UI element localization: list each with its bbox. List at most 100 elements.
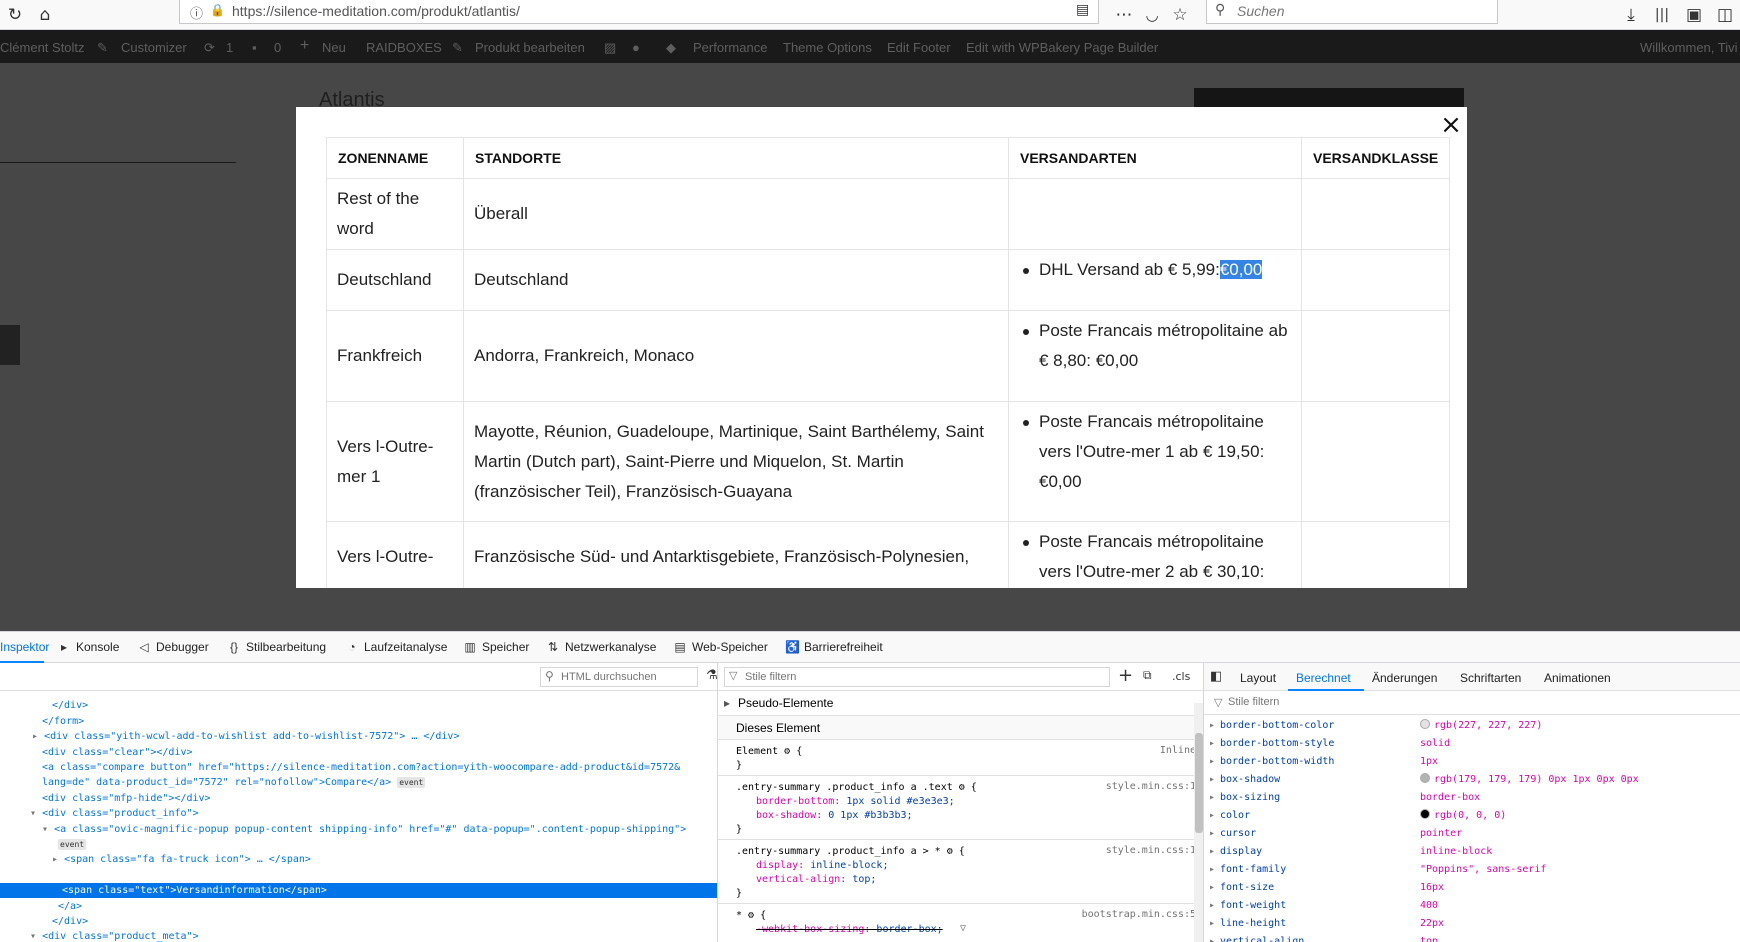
- pocket-icon[interactable]: ◡: [1141, 4, 1163, 26]
- pseudo-class-icon[interactable]: ⧉: [1143, 668, 1152, 683]
- close-icon[interactable]: ×: [1439, 112, 1463, 138]
- library-icon[interactable]: |||: [1651, 4, 1673, 26]
- css-declaration[interactable]: display: inline-block;: [756, 859, 888, 873]
- markup-line[interactable]: ▸ <div class="yith-wcwl-add-to-wishlist …: [0, 729, 717, 744]
- expand-triangle-icon[interactable]: ▸: [1209, 897, 1215, 915]
- admin-updates-count[interactable]: 1: [226, 40, 233, 55]
- computed-row[interactable]: ▸ box-sizing border-box: [1204, 789, 1740, 807]
- tab-memory[interactable]: ▥ Speicher: [463, 640, 529, 654]
- admin-performance-item[interactable]: Performance: [693, 40, 767, 55]
- tab-accessibility[interactable]: ♿ Barrierefreiheit: [785, 640, 883, 654]
- toggle-pane-icon[interactable]: ◧: [1210, 669, 1222, 684]
- admin-customizer-item[interactable]: Customizer: [121, 40, 187, 55]
- url-bar[interactable]: ⓘ 🔒 https://silence-meditation.com/produ…: [179, 0, 1099, 24]
- reload-icon[interactable]: ↻: [4, 4, 26, 26]
- element-rule[interactable]: Element ⚙ {: [736, 745, 802, 759]
- tab-storage[interactable]: ▤ Web-Speicher: [673, 640, 768, 654]
- collapse-triangle-icon[interactable]: ▾: [30, 808, 36, 819]
- markup-line[interactable]: lang=de" data-product_id="7572" rel="nof…: [0, 775, 717, 790]
- expand-triangle-icon[interactable]: ▸: [1209, 843, 1215, 861]
- color-swatch[interactable]: [1420, 809, 1430, 819]
- markup-line[interactable]: [0, 868, 717, 883]
- css-declaration-overridden[interactable]: -webkit-box-sizing: border-box;: [756, 923, 943, 937]
- markup-line[interactable]: <div class="mfp-hide"></div>: [0, 791, 717, 806]
- tab-fonts[interactable]: Schriftarten: [1460, 671, 1521, 685]
- admin-edit-footer-item[interactable]: Edit Footer: [887, 40, 951, 55]
- cls-toggle[interactable]: .cls: [1172, 670, 1190, 683]
- download-icon[interactable]: ⤓: [1620, 4, 1642, 26]
- expand-triangle-icon[interactable]: ▸: [1209, 753, 1215, 771]
- markup-line[interactable]: ▾ <div class="product_meta">: [0, 929, 717, 942]
- rule-source-link[interactable]: style.min.css:1: [1106, 781, 1196, 792]
- rules-scrollbar[interactable]: [1194, 703, 1203, 942]
- filter-icon[interactable]: ▽: [960, 923, 966, 934]
- admin-raidboxes-item[interactable]: RAIDBOXES: [366, 40, 442, 55]
- url-text[interactable]: https://silence-meditation.com/produkt/a…: [232, 3, 520, 19]
- add-rule-icon[interactable]: +: [1118, 665, 1133, 686]
- markup-line[interactable]: <div class="clear"></div>: [0, 745, 717, 760]
- admin-edit-product-item[interactable]: Produkt bearbeiten: [475, 40, 585, 55]
- css-declaration[interactable]: vertical-align: top;: [756, 873, 876, 887]
- admin-greeting[interactable]: Willkommen, Tivi: [1640, 40, 1738, 55]
- event-badge[interactable]: event: [58, 839, 87, 850]
- css-rule[interactable]: .entry-summary .product_info a > * ⚙ {: [736, 845, 965, 859]
- admin-comments-count[interactable]: 0: [274, 40, 281, 55]
- markup-line[interactable]: ▾ <a class="ovic-magnific-popup popup-co…: [0, 822, 717, 837]
- expand-triangle-icon[interactable]: ▸: [32, 731, 38, 742]
- markup-line[interactable]: ▸ <span class="fa fa-truck icon"> … </sp…: [0, 852, 717, 867]
- reader-view-icon[interactable]: ▤: [1076, 2, 1089, 18]
- sidebar-icon[interactable]: ▣: [1683, 4, 1705, 26]
- markup-line[interactable]: ▾ <div class="product_info">: [0, 806, 717, 821]
- expand-triangle-icon[interactable]: ▸: [1209, 915, 1215, 933]
- wpml-icon[interactable]: ▨: [604, 40, 616, 56]
- pseudo-elements-section[interactable]: ▸ Pseudo-Elemente: [718, 691, 1203, 716]
- eyedropper-icon[interactable]: ⚗: [706, 668, 717, 683]
- markup-line[interactable]: </div>: [0, 914, 717, 929]
- tab-debugger[interactable]: ◁ Debugger: [137, 640, 208, 654]
- html-search-input[interactable]: [540, 667, 698, 687]
- markup-line-selected[interactable]: <span class="text">Versandinformation</s…: [0, 883, 717, 898]
- tab-performance[interactable]: ◔ Laufzeitanalyse: [345, 640, 447, 654]
- tab-animations[interactable]: Animationen: [1544, 671, 1611, 685]
- computed-row[interactable]: ▸ font-family "Poppins", sans-serif: [1204, 861, 1740, 879]
- scrollbar-thumb[interactable]: [1195, 733, 1203, 833]
- admin-new-item[interactable]: Neu: [322, 40, 346, 55]
- admin-wpbakery-item[interactable]: Edit with WPBakery Page Builder: [966, 40, 1158, 55]
- collapse-triangle-icon[interactable]: ▾: [42, 824, 48, 835]
- computed-row[interactable]: ▸ font-size 16px: [1204, 879, 1740, 897]
- home-icon[interactable]: ⌂: [34, 4, 56, 26]
- computed-row[interactable]: ▸ box-shadow rgb(179, 179, 179) 0px 1px 0p…: [1204, 771, 1740, 789]
- computed-row[interactable]: ▸ color rgb(0, 0, 0): [1204, 807, 1740, 825]
- expand-triangle-icon[interactable]: ▸: [1209, 717, 1215, 735]
- tab-computed[interactable]: Berechnet: [1296, 671, 1351, 685]
- computed-row[interactable]: ▸ border-bottom-style solid: [1204, 735, 1740, 753]
- event-badge[interactable]: event: [397, 777, 426, 788]
- tab-inspector[interactable]: Inspektor: [0, 640, 49, 654]
- more-actions-icon[interactable]: ⋯: [1113, 4, 1135, 26]
- computed-row[interactable]: ▸ font-weight 400: [1204, 897, 1740, 915]
- screenshot-icon[interactable]: ◫: [1714, 4, 1736, 26]
- markup-line[interactable]: </div>: [0, 698, 717, 713]
- markup-line[interactable]: event: [0, 837, 717, 852]
- tab-layout[interactable]: Layout: [1240, 671, 1276, 685]
- color-swatch[interactable]: [1420, 773, 1430, 783]
- admin-theme-options-item[interactable]: Theme Options: [783, 40, 872, 55]
- css-rule[interactable]: .entry-summary .product_info a .text ⚙ {: [736, 781, 977, 795]
- tab-style-editor[interactable]: {} Stilbearbeitung: [227, 640, 326, 654]
- expand-triangle-icon[interactable]: ▸: [1209, 735, 1215, 753]
- computed-row[interactable]: ▸ line-height 22px: [1204, 915, 1740, 933]
- styles-filter-input[interactable]: [724, 667, 1110, 687]
- rule-source-link[interactable]: style.min.css:1: [1106, 845, 1196, 856]
- tab-network[interactable]: ⇅ Netzwerkanalyse: [546, 640, 656, 654]
- status-dot-icon[interactable]: ●: [632, 40, 640, 55]
- tab-changes[interactable]: Änderungen: [1372, 671, 1437, 685]
- computed-filter-input[interactable]: Stile filtern: [1228, 696, 1279, 708]
- markup-line[interactable]: <a class="compare button" href="https://…: [0, 760, 717, 775]
- computed-row[interactable]: ▸ border-bottom-width 1px: [1204, 753, 1740, 771]
- bookmark-star-icon[interactable]: ☆: [1169, 4, 1191, 26]
- css-declaration[interactable]: border-bottom: 1px solid #e3e3e3;: [756, 795, 955, 809]
- rule-source-link[interactable]: bootstrap.min.css:5: [1082, 909, 1196, 920]
- collapse-triangle-icon[interactable]: ▾: [30, 931, 36, 942]
- expand-triangle-icon[interactable]: ▸: [1209, 807, 1215, 825]
- computed-row[interactable]: ▸ border-bottom-color rgb(227, 227, 227): [1204, 717, 1740, 735]
